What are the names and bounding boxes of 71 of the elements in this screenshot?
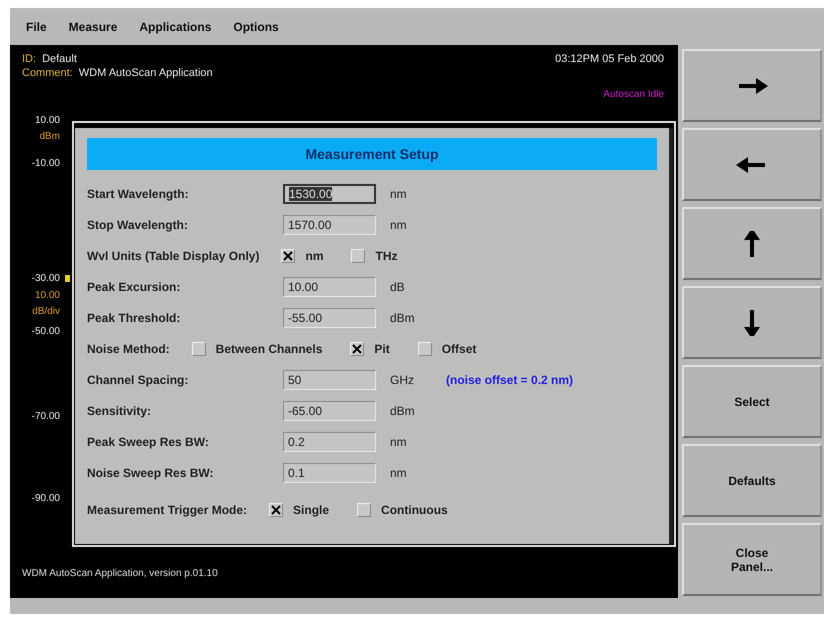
scan-status: Autoscan Idle bbox=[603, 89, 664, 102]
checkbox[interactable] bbox=[281, 248, 296, 262]
checkbox-label: Continuous bbox=[381, 502, 448, 516]
field-label: Channel Spacing: bbox=[87, 372, 190, 386]
option-label: Wvl Units (Table Display Only) bbox=[87, 248, 260, 262]
option-label: Noise Method: bbox=[87, 342, 170, 356]
input-field[interactable]: -65.00 bbox=[283, 400, 376, 420]
input-field[interactable]: 0.2 bbox=[283, 432, 376, 452]
unit-label: dBm bbox=[390, 310, 416, 324]
menu-item[interactable]: Measure bbox=[68, 20, 118, 34]
unit-label: dB bbox=[390, 280, 406, 294]
checkbox[interactable] bbox=[351, 248, 366, 262]
checkbox[interactable] bbox=[357, 502, 372, 516]
comment-label: Comment: bbox=[22, 67, 73, 81]
checkbox[interactable] bbox=[192, 342, 206, 356]
side-button[interactable] bbox=[682, 128, 822, 201]
field-label: Sensitivity: bbox=[87, 404, 152, 418]
axis-tick-label: 10.00 bbox=[34, 115, 60, 126]
checkbox-label: Between Channels bbox=[216, 342, 322, 356]
input-field[interactable]: -55.00 bbox=[283, 308, 376, 328]
field-label: Start Wavelength: bbox=[87, 186, 190, 200]
axis-tick-label: -70.00 bbox=[30, 411, 60, 422]
note-text: (noise offset = 0.2 nm) bbox=[446, 372, 574, 386]
checkbox-label: Offset bbox=[442, 342, 476, 356]
unit-label: nm bbox=[390, 466, 408, 480]
id-value: Default bbox=[42, 53, 77, 67]
side-button[interactable]: Defaults bbox=[682, 444, 822, 517]
side-button[interactable]: Close Panel... bbox=[682, 523, 822, 596]
checkbox[interactable] bbox=[350, 342, 364, 356]
version-text: WDM AutoScan Application, version p.01.10 bbox=[21, 568, 219, 581]
axis-unit-label: 10.00 bbox=[34, 290, 60, 301]
field-label: Peak Threshold: bbox=[87, 310, 182, 324]
unit-label: nm bbox=[390, 218, 408, 232]
menu-item[interactable]: Applications bbox=[139, 20, 212, 34]
unit-label: dBm bbox=[390, 404, 416, 418]
side-button[interactable] bbox=[682, 49, 822, 122]
date-time: 03:12PM 05 Feb 2000 bbox=[555, 53, 664, 67]
input-field[interactable]: 1570.00 bbox=[283, 214, 376, 234]
side-button[interactable] bbox=[682, 207, 822, 280]
unit-label: nm bbox=[390, 186, 408, 200]
axis-unit-label: dB/div bbox=[31, 306, 60, 317]
dialog-title: Measurement Setup bbox=[87, 138, 657, 170]
field-label: Peak Sweep Res BW: bbox=[87, 434, 210, 448]
checkbox-label: THz bbox=[375, 248, 398, 262]
comment-value: WDM AutoScan Application bbox=[78, 67, 213, 81]
checkbox-label: Single bbox=[293, 502, 330, 516]
checkbox[interactable] bbox=[269, 502, 284, 516]
checkbox-label: nm bbox=[305, 248, 324, 262]
checkbox-label: Pit bbox=[374, 342, 390, 356]
axis-tick-label: -30.00 bbox=[30, 273, 60, 284]
input-field[interactable]: 1530.00 bbox=[283, 184, 376, 204]
reference-marker-icon bbox=[65, 275, 70, 282]
checkbox[interactable] bbox=[418, 342, 432, 356]
field-label: Stop Wavelength: bbox=[87, 218, 189, 232]
id-label: ID: bbox=[22, 53, 36, 67]
field-label: Noise Sweep Res BW: bbox=[87, 466, 214, 480]
option-label: Measurement Trigger Mode: bbox=[87, 502, 248, 516]
axis-tick-label: -50.00 bbox=[30, 326, 60, 337]
field-label: Peak Excursion: bbox=[87, 280, 182, 294]
axis-unit-label: dBm bbox=[38, 131, 60, 142]
side-button[interactable]: Select bbox=[682, 365, 822, 438]
axis-tick-label: -90.00 bbox=[30, 493, 60, 504]
menu-item[interactable]: Options bbox=[233, 20, 279, 34]
input-field[interactable]: 50 bbox=[283, 370, 376, 390]
axis-tick-label: -10.00 bbox=[30, 158, 60, 169]
unit-label: GHz bbox=[390, 372, 415, 386]
input-field[interactable]: 0.1 bbox=[283, 462, 376, 482]
unit-label: nm bbox=[390, 434, 408, 448]
menu-item[interactable]: File bbox=[26, 20, 47, 34]
side-button[interactable] bbox=[682, 286, 822, 359]
input-field[interactable]: 10.00 bbox=[283, 276, 376, 296]
